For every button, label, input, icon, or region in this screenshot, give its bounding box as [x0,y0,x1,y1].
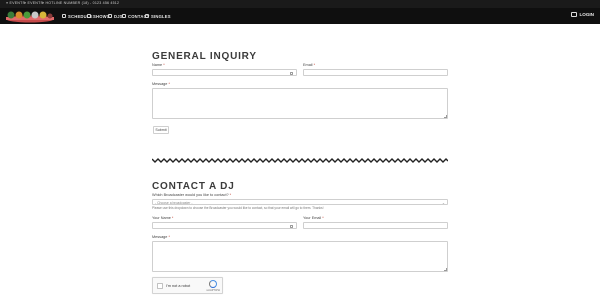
key-icon [290,71,293,75]
email-label: Email * [303,63,316,67]
top-utility-bar: ≡ EVENTS ≡ EVENTS ≡ HOTLINE NUMBER (18) … [0,0,600,8]
station-logo[interactable] [3,10,57,23]
user-icon [108,14,112,18]
broadcaster-help-text: Please use this dropdown to choose the B… [152,206,324,210]
calendar-icon [62,14,66,18]
music-icon [145,14,149,18]
recaptcha-text: I'm not a robot [166,284,191,288]
chevron-down-icon: ⌄ [441,200,445,205]
nav-djs[interactable]: DJS [108,13,123,19]
nav-shows[interactable]: SHOWS [87,13,110,19]
login-button[interactable]: LOGIN [571,12,594,17]
recaptcha-checkbox[interactable] [157,283,163,289]
grid-icon [87,14,91,18]
contact-dj-title: CONTACT A DJ [152,181,235,192]
key-icon [290,224,293,228]
mail-icon [122,14,126,18]
submit-button[interactable]: Submit [153,126,169,134]
message-label: Message * [152,82,170,86]
hotline-number[interactable]: ≡ HOTLINE NUMBER (18) - 0123 456 4512 [42,1,119,5]
email-field[interactable] [303,69,448,76]
broadcaster-select-value: - Choose a broadcaster - [155,200,193,205]
recaptcha-logo-icon [209,280,217,288]
recaptcha-brand: reCAPTCHA [206,289,220,292]
login-label: LOGIN [579,12,594,17]
main-navbar: SCHEDULE SHOWS DJS CONTACT SINGLES LOGIN [0,8,600,24]
dj-message-label: Message * [152,235,170,239]
top-link-1[interactable]: ≡ EVENTS [6,1,25,5]
zigzag-divider [152,158,448,163]
broadcaster-select-label: Which Broadcaster would you like to cont… [152,193,232,197]
your-name-label: Your Name * [152,216,174,220]
dj-message-textarea[interactable] [152,241,448,272]
broadcaster-select[interactable]: - Choose a broadcaster - ⌄ [152,199,448,205]
resize-grip-icon [444,115,447,118]
top-link-2[interactable]: ≡ EVENTS [24,1,43,5]
nav-singles[interactable]: SINGLES [145,13,171,19]
general-inquiry-title: GENERAL INQUIRY [152,51,257,62]
your-email-label: Your Email * [303,216,324,220]
login-icon [571,12,578,17]
message-textarea[interactable] [152,88,448,119]
recaptcha-widget: I'm not a robot reCAPTCHA [152,277,223,294]
name-label: Name * [152,63,165,67]
your-email-field[interactable] [303,222,448,229]
name-field[interactable] [152,69,297,76]
your-name-field[interactable] [152,222,297,229]
nav-singles-label: SINGLES [151,13,171,19]
resize-grip-icon [444,268,447,271]
